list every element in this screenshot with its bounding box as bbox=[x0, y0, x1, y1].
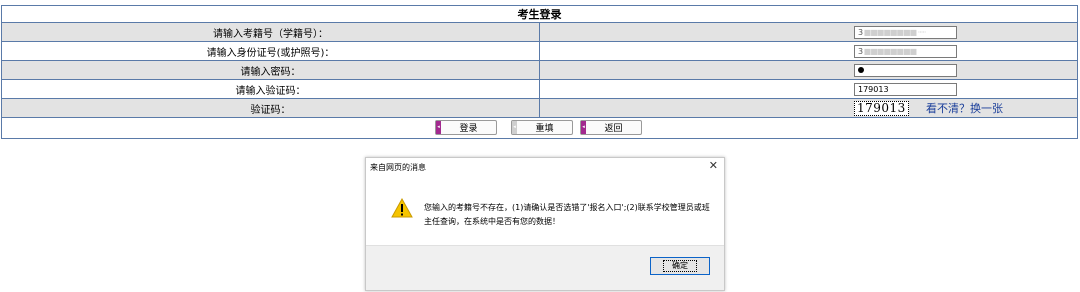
reset-button[interactable]: ◂ 重填 bbox=[511, 120, 573, 135]
login-button[interactable]: ◂ 登录 bbox=[435, 120, 497, 135]
password-mask-dot bbox=[858, 67, 864, 73]
form-title: 考生登录 bbox=[1, 5, 1078, 23]
exam-id-input[interactable]: 3 ■■■■■■■■ ····· bbox=[854, 26, 957, 39]
login-form-table: 考生登录 请输入考籍号（学籍号）： 3 ■■■■■■■■ ····· 请输入身份… bbox=[1, 5, 1078, 139]
close-icon[interactable]: ✕ bbox=[709, 160, 718, 172]
table-row: 验证码： 179013 看不清？换一张 bbox=[1, 98, 1078, 118]
ok-button[interactable]: 确定 bbox=[650, 257, 710, 275]
captcha-input[interactable]: 179013 bbox=[854, 83, 957, 96]
table-row: 请输入身份证号(或护照号)： 3 ■■■■■■■■ bbox=[1, 41, 1078, 61]
table-row: 请输入密码： bbox=[1, 60, 1078, 80]
id-card-input[interactable]: 3 ■■■■■■■■ bbox=[854, 45, 957, 58]
refresh-captcha-link[interactable]: 看不清？换一张 bbox=[926, 102, 1003, 115]
id-card-label: 请输入身份证号(或护照号)： bbox=[1, 41, 540, 61]
password-label: 请输入密码： bbox=[1, 60, 540, 80]
exam-id-label: 请输入考籍号（学籍号）： bbox=[1, 22, 540, 42]
warning-icon bbox=[391, 198, 413, 218]
alert-dialog: 来自网页的消息 ✕ 您输入的考籍号不存在，(1)请确认是否选错了'报名入口';(… bbox=[365, 157, 725, 291]
password-input[interactable] bbox=[854, 64, 957, 77]
dialog-message: 您输入的考籍号不存在，(1)请确认是否选错了'报名入口';(2)联系学校管理员或… bbox=[424, 203, 710, 226]
back-button[interactable]: ◂ 返回 bbox=[580, 120, 642, 135]
table-row: 请输入考籍号（学籍号）： 3 ■■■■■■■■ ····· bbox=[1, 22, 1078, 42]
captcha-label: 验证码： bbox=[1, 98, 540, 118]
captcha-image[interactable]: 179013 bbox=[854, 101, 909, 116]
dialog-title: 来自网页的消息 bbox=[370, 163, 426, 172]
captcha-input-label: 请输入验证码： bbox=[1, 79, 540, 99]
table-row: 请输入验证码： 179013 bbox=[1, 79, 1078, 99]
dialog-footer: 确定 bbox=[366, 245, 724, 290]
